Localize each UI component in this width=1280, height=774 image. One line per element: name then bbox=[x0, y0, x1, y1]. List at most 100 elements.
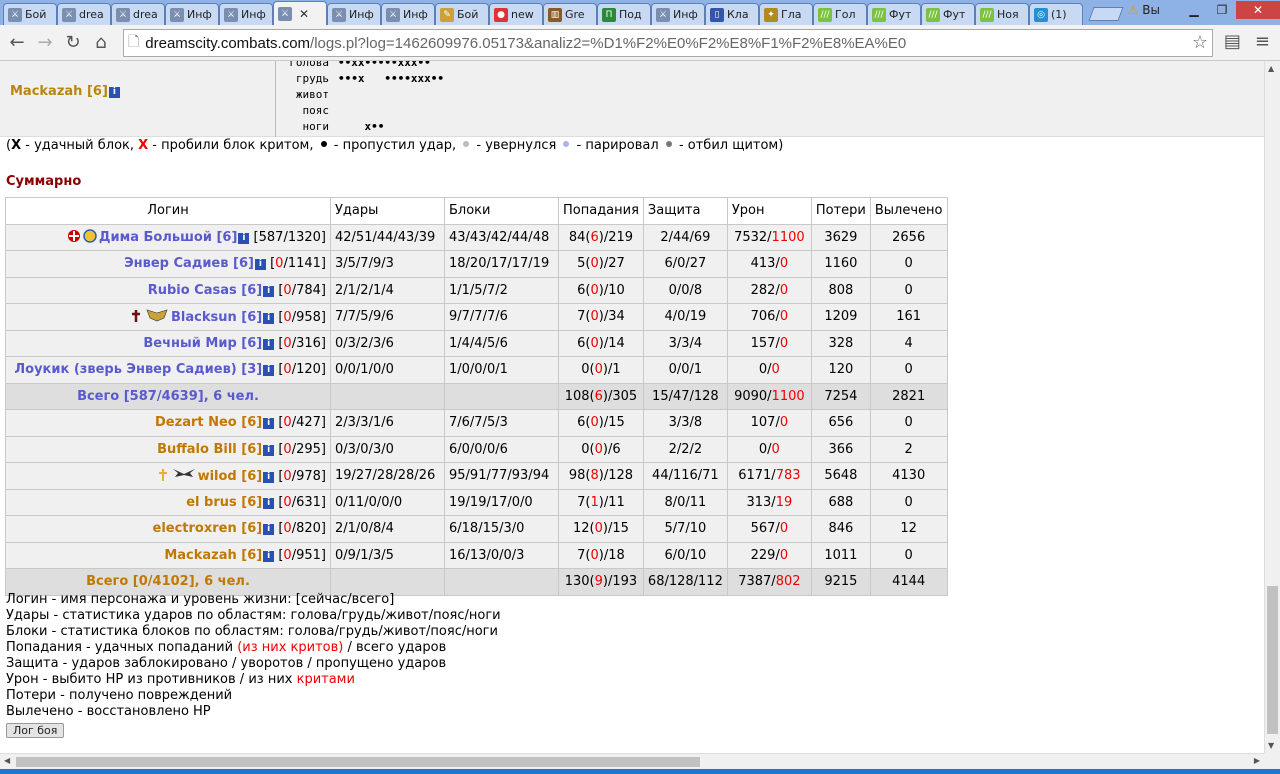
tab-1[interactable]: ⚔ drea bbox=[57, 3, 111, 25]
info-icon[interactable]: i bbox=[254, 259, 266, 271]
player-name[interactable]: Лоукик (зверь Энвер Садиев) [3] bbox=[14, 362, 262, 377]
player-name[interactable]: Dezart Neo [6] bbox=[155, 415, 262, 430]
circle-emblem-icon[interactable] bbox=[83, 229, 97, 243]
minimize-button[interactable]: ▁ bbox=[1180, 1, 1208, 19]
info-icon[interactable]: i bbox=[263, 471, 275, 483]
tab-9[interactable]: ● new bbox=[489, 3, 543, 25]
info-icon[interactable]: i bbox=[263, 550, 275, 562]
tab-3[interactable]: ⚔ Инф bbox=[165, 3, 219, 25]
info-icon[interactable]: i bbox=[263, 497, 275, 509]
tab-7[interactable]: ⚔ Инф bbox=[381, 3, 435, 25]
forward-icon[interactable]: → bbox=[31, 29, 59, 57]
tab-18[interactable]: ///Ноя bbox=[975, 3, 1029, 25]
zone-row: голова ••xx•••••xxx•• bbox=[287, 61, 444, 71]
note-line: Вылечено - восстановлено HP bbox=[6, 704, 211, 719]
swords-icon: ⚔ bbox=[656, 7, 670, 22]
tab-19[interactable]: ◎ (1) bbox=[1029, 3, 1083, 25]
tab-8[interactable]: ✎ Бой bbox=[435, 3, 489, 25]
hit-total: 34 bbox=[608, 309, 625, 325]
player-name[interactable]: Mackazah [6] bbox=[164, 548, 262, 563]
player-name[interactable]: Rubio Casas [6] bbox=[148, 283, 263, 298]
legend-block-mark: X bbox=[11, 138, 22, 153]
scroll-down-icon[interactable]: ▼ bbox=[1268, 741, 1274, 750]
new-tab-button[interactable] bbox=[1088, 7, 1124, 21]
tab-14[interactable]: ✦ Гла bbox=[759, 3, 813, 25]
player-name[interactable]: Энвер Садиев [6] bbox=[124, 256, 254, 271]
bookmark-star-icon[interactable]: ☆ bbox=[1192, 32, 1208, 53]
menu-icon[interactable]: ≡ bbox=[1255, 31, 1270, 52]
player-name[interactable]: Дима Большой [6] bbox=[99, 230, 238, 245]
tab-10[interactable]: ▥ Gre bbox=[543, 3, 597, 25]
warning-indicator[interactable]: ⚠ Вы bbox=[1128, 3, 1160, 17]
home-icon[interactable]: ⌂ bbox=[87, 29, 115, 57]
gold-cross-icon[interactable] bbox=[156, 468, 170, 482]
hit-success: 6 bbox=[577, 335, 586, 351]
clan-cross-icon[interactable] bbox=[67, 229, 81, 243]
green-stripes-icon: /// bbox=[818, 7, 832, 22]
player-name[interactable]: Вечный Мир [6] bbox=[143, 336, 262, 351]
tab-15[interactable]: ///Гол bbox=[813, 3, 867, 25]
vertical-scroll-thumb[interactable] bbox=[1267, 586, 1278, 734]
player-name[interactable]: Buffalo Bill [6] bbox=[157, 442, 262, 457]
tab-0[interactable]: ⚔ Бой bbox=[3, 3, 57, 25]
healed-cell: 2821 bbox=[869, 382, 948, 410]
vertical-scrollbar[interactable]: ▲ ▼ bbox=[1264, 61, 1280, 753]
reader-icon[interactable]: ▤ bbox=[1224, 31, 1241, 52]
tab-4[interactable]: ⚔ Инф bbox=[219, 3, 273, 25]
damage-value: 282 bbox=[750, 282, 776, 298]
address-bar[interactable]: 🗋 dreamscity.combats.com/logs.pl?log=146… bbox=[123, 29, 1213, 57]
tab-label: Под bbox=[619, 8, 642, 21]
info-icon[interactable]: i bbox=[263, 418, 275, 430]
horizontal-scroll-thumb[interactable] bbox=[16, 757, 700, 767]
tab-11[interactable]: П Под bbox=[597, 3, 651, 25]
info-icon[interactable]: i bbox=[263, 285, 275, 297]
dark-cross-icon[interactable] bbox=[129, 309, 143, 323]
damage-crit: 802 bbox=[775, 574, 801, 590]
player-name[interactable]: el brus [6] bbox=[186, 495, 262, 510]
tab-17[interactable]: ///Фут bbox=[921, 3, 975, 25]
damage-value: 313 bbox=[746, 494, 772, 510]
hp-current: 587 bbox=[258, 230, 284, 246]
battle-log-button[interactable]: Лог боя bbox=[6, 723, 65, 738]
info-icon[interactable]: i bbox=[263, 365, 275, 377]
reload-icon[interactable]: ↻ bbox=[59, 29, 87, 57]
tab-16[interactable]: ///Фут bbox=[867, 3, 921, 25]
player-name[interactable]: wilod [6] bbox=[198, 469, 263, 484]
horizontal-scrollbar[interactable]: ◀ ▶ bbox=[0, 753, 1264, 769]
hit-count-cell: 130(9)/193 bbox=[558, 568, 644, 596]
page-content: Mackazah [6] i голова ••xx•••••xxx•• грудь •… bbox=[0, 61, 1264, 753]
scroll-right-icon[interactable]: ▶ bbox=[1254, 756, 1260, 765]
maximize-button[interactable]: ❐ bbox=[1208, 1, 1236, 19]
tab-2[interactable]: ⚔ drea bbox=[111, 3, 165, 25]
hp-current: 0 bbox=[283, 335, 292, 351]
info-icon[interactable]: i bbox=[263, 312, 275, 324]
winged-emblem-icon[interactable] bbox=[145, 309, 169, 323]
bat-wings-icon[interactable] bbox=[172, 468, 196, 482]
tab-12[interactable]: ⚔ Инф bbox=[651, 3, 705, 25]
tab-6[interactable]: ⚔ Инф bbox=[327, 3, 381, 25]
tab-13[interactable]: ▯ Кла bbox=[705, 3, 759, 25]
close-tab-icon[interactable]: ✕ bbox=[299, 7, 309, 21]
info-icon[interactable]: i bbox=[263, 524, 275, 536]
close-window-button[interactable]: ✕ bbox=[1236, 1, 1280, 19]
player-name[interactable]: Blacksun [6] bbox=[171, 310, 262, 325]
zone-label: пояс bbox=[302, 104, 330, 117]
player-name[interactable]: electroxren [6] bbox=[153, 521, 263, 536]
fighter-name[interactable]: Mackazah [6] i bbox=[10, 84, 120, 99]
back-icon[interactable]: ← bbox=[3, 29, 31, 57]
info-icon[interactable]: i bbox=[108, 87, 120, 98]
blocks-cell: 1/1/5/7/2 bbox=[444, 276, 559, 304]
hits-cell: 0/0/1/0/0 bbox=[330, 356, 445, 384]
scroll-up-icon[interactable]: ▲ bbox=[1268, 64, 1274, 73]
info-icon[interactable]: i bbox=[238, 233, 250, 245]
damage-value: 413 bbox=[750, 256, 776, 272]
scroll-left-icon[interactable]: ◀ bbox=[4, 756, 10, 765]
blocks-cell: 19/19/17/0/0 bbox=[444, 488, 559, 516]
url-text[interactable]: dreamscity.combats.com/logs.pl?log=14626… bbox=[145, 35, 906, 52]
info-icon[interactable]: i bbox=[263, 338, 275, 350]
defense-cell: 15/47/128 bbox=[642, 382, 728, 410]
info-icon[interactable]: i bbox=[263, 444, 275, 456]
tab-5[interactable]: ⚔ ✕ bbox=[273, 1, 327, 25]
damage-value: 706 bbox=[750, 309, 776, 325]
zone-row: грудь •••x ••••xxx•• bbox=[287, 71, 444, 87]
